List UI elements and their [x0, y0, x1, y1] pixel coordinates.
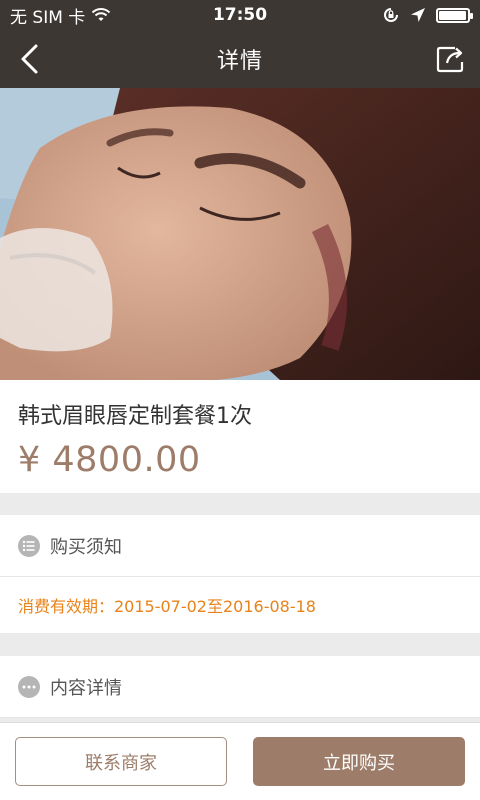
- page-title: 详情: [216, 49, 263, 74]
- rotation-lock-icon: [384, 8, 398, 22]
- wifi-icon: [92, 8, 111, 21]
- list-icon: [18, 534, 40, 557]
- bottom-action-bar: 联系商家 立即购买: [0, 722, 480, 800]
- product-name: 韩式眉眼唇定制套餐1次: [18, 404, 252, 429]
- location-arrow-icon: [411, 8, 425, 22]
- carrier-label: 无 SIM 卡: [10, 7, 86, 28]
- buy-now-button[interactable]: 立即购买: [253, 737, 465, 786]
- product-price: ¥ 4800.00: [18, 440, 201, 480]
- status-bar: 无 SIM 卡 17:50: [0, 0, 480, 30]
- clock: 17:50: [212, 5, 268, 25]
- content-details-section[interactable]: 内容详情: [0, 656, 480, 718]
- battery-fill: [439, 10, 466, 20]
- product-image: [0, 88, 480, 380]
- purchase-notice-label: 购买须知: [50, 536, 122, 558]
- content-details-label: 内容详情: [50, 677, 122, 699]
- validity-period: 消费有效期：2015-07-02至2016-08-18: [18, 597, 316, 616]
- share-button[interactable]: [432, 40, 470, 78]
- content-details-header[interactable]: 内容详情: [0, 656, 480, 718]
- purchase-notice-header: 购买须知: [0, 515, 480, 577]
- share-icon: [436, 46, 464, 73]
- battery-icon: [436, 7, 473, 23]
- more-icon: [18, 675, 40, 698]
- chevron-left-icon: [21, 44, 38, 74]
- top-nav-bar: 详情: [0, 30, 480, 88]
- back-button[interactable]: [10, 40, 48, 78]
- product-photo: [0, 88, 480, 380]
- product-info: 韩式眉眼唇定制套餐1次 ¥ 4800.00: [0, 380, 480, 493]
- purchase-notice-section: 购买须知 消费有效期：2015-07-02至2016-08-18: [0, 515, 480, 633]
- contact-merchant-button[interactable]: 联系商家: [15, 737, 227, 786]
